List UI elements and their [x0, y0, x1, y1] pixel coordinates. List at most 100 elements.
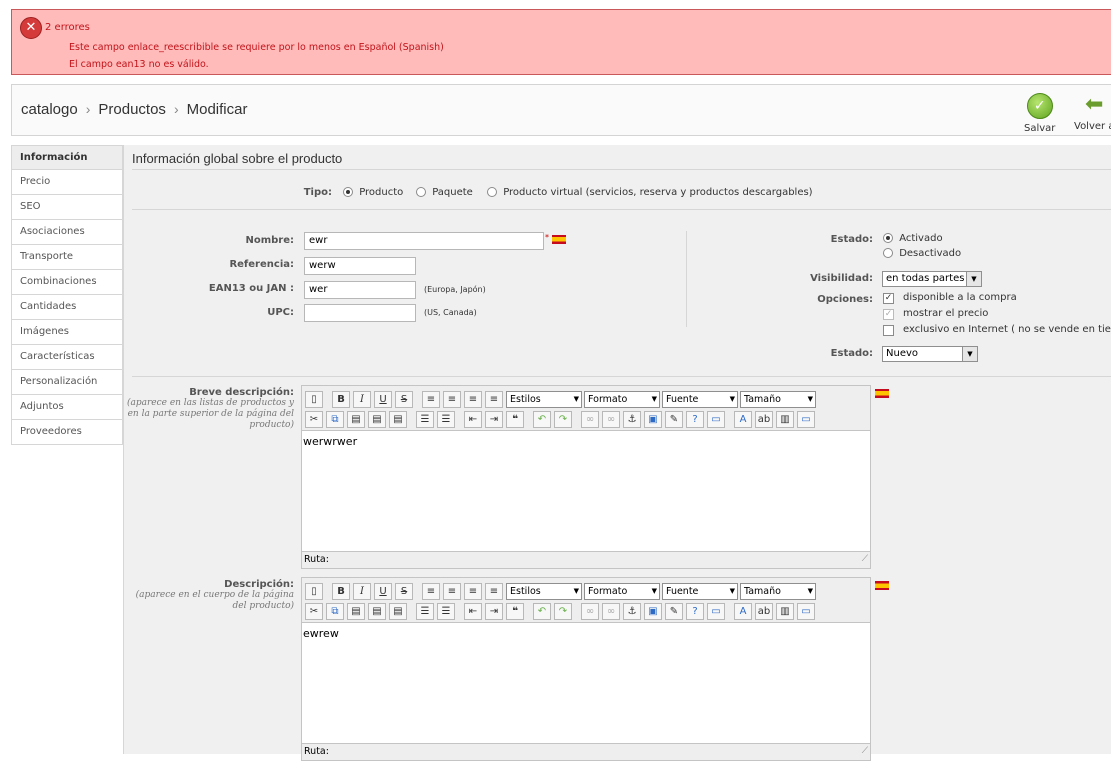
tab-attachments[interactable]: Adjuntos	[11, 395, 123, 420]
align-justify-icon[interactable]: ≡	[485, 582, 503, 600]
align-right-icon[interactable]: ≡	[464, 582, 482, 600]
format-select[interactable]: Formato ▼	[584, 390, 660, 408]
numbered-list-icon[interactable]: ☰	[437, 410, 455, 428]
type-option-product[interactable]: Producto	[343, 187, 403, 198]
italic-button[interactable]: I	[353, 390, 371, 408]
tab-price[interactable]: Precio	[11, 170, 123, 195]
undo-icon[interactable]: ↶	[533, 602, 551, 620]
link-icon[interactable]: ∞	[581, 602, 599, 620]
upc-input[interactable]	[304, 304, 416, 322]
cleanup-icon[interactable]: ✎	[665, 410, 683, 428]
reference-input[interactable]: werw	[304, 257, 416, 275]
align-left-icon[interactable]: ≡	[422, 582, 440, 600]
text-color-icon[interactable]: A	[734, 602, 752, 620]
indent-icon[interactable]: ⇥	[485, 602, 503, 620]
help-icon[interactable]: ?	[686, 410, 704, 428]
paste-icon[interactable]: ▤	[347, 602, 365, 620]
bold-button[interactable]: B	[332, 582, 350, 600]
tab-associations[interactable]: Asociaciones	[11, 220, 123, 245]
blockquote-icon[interactable]: ❝	[506, 410, 524, 428]
preview-icon[interactable]: ▭	[797, 602, 815, 620]
breadcrumb-catalog[interactable]: catalogo	[21, 101, 78, 118]
tab-shipping[interactable]: Transporte	[11, 245, 123, 270]
bullet-list-icon[interactable]: ☰	[416, 410, 434, 428]
outdent-icon[interactable]: ⇤	[464, 602, 482, 620]
paste-icon[interactable]: ▤	[347, 410, 365, 428]
format-select[interactable]: Formato ▼	[584, 582, 660, 600]
new-document-icon[interactable]: ▯	[305, 582, 323, 600]
link-icon[interactable]: ∞	[581, 410, 599, 428]
numbered-list-icon[interactable]: ☰	[437, 602, 455, 620]
media-icon[interactable]: ▥	[776, 602, 794, 620]
back-button[interactable]: ⬅ Volver a	[1074, 93, 1111, 133]
tab-combinations[interactable]: Combinaciones	[11, 270, 123, 295]
tab-seo[interactable]: SEO	[11, 195, 123, 220]
cleanup-icon[interactable]: ✎	[665, 602, 683, 620]
save-button[interactable]: ✓ Salvar	[1024, 93, 1055, 134]
ean13-input[interactable]: wer	[304, 281, 416, 299]
bullet-list-icon[interactable]: ☰	[416, 602, 434, 620]
radio-pack[interactable]	[416, 187, 426, 197]
checkbox-available[interactable]: ✓	[883, 293, 894, 304]
italic-button[interactable]: I	[353, 582, 371, 600]
html-icon[interactable]: ▭	[707, 602, 725, 620]
underline-button[interactable]: U	[374, 390, 392, 408]
anchor-icon[interactable]: ⚓	[623, 602, 641, 620]
copy-icon[interactable]: ⧉	[326, 410, 344, 428]
name-input[interactable]: ewr	[304, 232, 544, 250]
paste-text-icon[interactable]: ▤	[368, 602, 386, 620]
preview-icon[interactable]: ▭	[797, 410, 815, 428]
radio-product[interactable]	[343, 187, 353, 197]
highlight-icon[interactable]: ab	[755, 602, 773, 620]
tab-features[interactable]: Características	[11, 345, 123, 370]
tab-information[interactable]: Información	[11, 145, 123, 170]
cut-icon[interactable]: ✂	[305, 602, 323, 620]
cut-icon[interactable]: ✂	[305, 410, 323, 428]
radio-active[interactable]	[883, 233, 893, 243]
html-icon[interactable]: ▭	[707, 410, 725, 428]
status-option-active[interactable]: Activado	[883, 233, 943, 244]
anchor-icon[interactable]: ⚓	[623, 410, 641, 428]
breadcrumb-products[interactable]: Productos	[98, 101, 166, 118]
status-option-inactive[interactable]: Desactivado	[883, 248, 961, 259]
text-color-icon[interactable]: A	[734, 410, 752, 428]
checkbox-online-only[interactable]	[883, 325, 894, 336]
blockquote-icon[interactable]: ❝	[506, 602, 524, 620]
short-description-text[interactable]: werwrwer	[302, 431, 870, 452]
visibility-select[interactable]: en todas partes ▼	[882, 271, 982, 287]
media-icon[interactable]: ▥	[776, 410, 794, 428]
tab-suppliers[interactable]: Proveedores	[11, 420, 123, 445]
indent-icon[interactable]: ⇥	[485, 410, 503, 428]
redo-icon[interactable]: ↷	[554, 602, 572, 620]
copy-icon[interactable]: ⧉	[326, 602, 344, 620]
font-select[interactable]: Fuente ▼	[662, 582, 738, 600]
underline-button[interactable]: U	[374, 582, 392, 600]
spain-flag-icon[interactable]	[875, 581, 889, 590]
redo-icon[interactable]: ↷	[554, 410, 572, 428]
image-icon[interactable]: ▣	[644, 602, 662, 620]
paste-word-icon[interactable]: ▤	[389, 602, 407, 620]
strikethrough-button[interactable]: S	[395, 582, 413, 600]
font-select[interactable]: Fuente ▼	[662, 390, 738, 408]
strikethrough-button[interactable]: S	[395, 390, 413, 408]
outdent-icon[interactable]: ⇤	[464, 410, 482, 428]
unlink-icon[interactable]: ∞	[602, 410, 620, 428]
highlight-icon[interactable]: ab	[755, 410, 773, 428]
size-select[interactable]: Tamaño ▼	[740, 582, 816, 600]
radio-inactive[interactable]	[883, 248, 893, 258]
align-center-icon[interactable]: ≡	[443, 582, 461, 600]
help-icon[interactable]: ?	[686, 602, 704, 620]
align-center-icon[interactable]: ≡	[443, 390, 461, 408]
type-option-pack[interactable]: Paquete	[416, 187, 473, 198]
paste-text-icon[interactable]: ▤	[368, 410, 386, 428]
condition-select[interactable]: Nuevo ▼	[882, 346, 978, 362]
unlink-icon[interactable]: ∞	[602, 602, 620, 620]
new-document-icon[interactable]: ▯	[305, 390, 323, 408]
align-right-icon[interactable]: ≡	[464, 390, 482, 408]
spain-flag-icon[interactable]	[552, 235, 566, 244]
spain-flag-icon[interactable]	[875, 389, 889, 398]
tab-quantities[interactable]: Cantidades	[11, 295, 123, 320]
undo-icon[interactable]: ↶	[533, 410, 551, 428]
styles-select[interactable]: Estilos ▼	[506, 390, 582, 408]
size-select[interactable]: Tamaño ▼	[740, 390, 816, 408]
